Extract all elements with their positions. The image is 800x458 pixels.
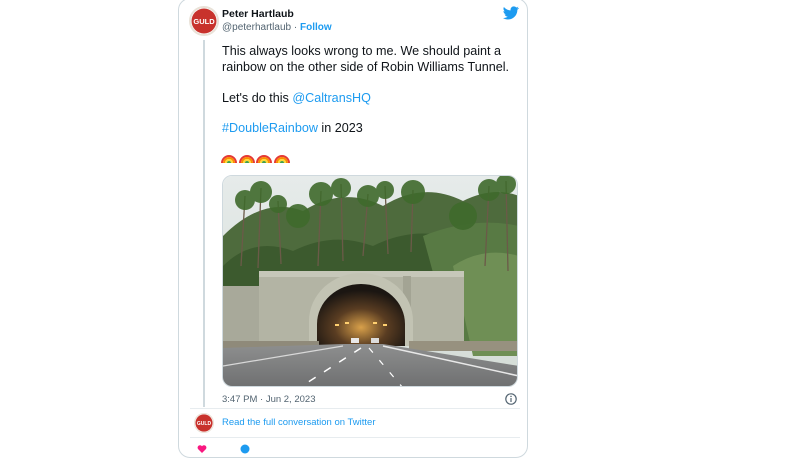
tweet-photo[interactable] bbox=[222, 175, 518, 387]
mention-link[interactable]: @CaltransHQ bbox=[292, 91, 371, 105]
rainbow-icon bbox=[221, 155, 237, 164]
avatar-logo: GULD bbox=[191, 8, 217, 34]
svg-text:GULD: GULD bbox=[193, 17, 215, 26]
emoji-row bbox=[221, 150, 291, 166]
follow-button[interactable]: Follow bbox=[300, 22, 332, 33]
author-avatar[interactable]: GULD bbox=[189, 6, 219, 36]
reply-icon bbox=[240, 444, 250, 454]
svg-text:GULD: GULD bbox=[197, 421, 212, 427]
rainbow-icon bbox=[256, 155, 272, 164]
handle-separator: · bbox=[291, 22, 300, 33]
author-name[interactable]: Peter Hartlaub bbox=[222, 8, 294, 20]
divider bbox=[190, 408, 520, 409]
reply-action[interactable] bbox=[240, 444, 250, 454]
author-handle[interactable]: @peterhartlaub bbox=[222, 22, 291, 33]
tunnel-photo bbox=[223, 176, 517, 386]
hashtag-suffix: in 2023 bbox=[317, 121, 363, 135]
like-action[interactable] bbox=[197, 444, 207, 454]
thread-line bbox=[203, 40, 205, 407]
tweet-text-line-1: This always looks wrong to me. We should… bbox=[222, 44, 502, 58]
heart-icon bbox=[197, 445, 207, 453]
author-avatar-small[interactable]: GULD bbox=[194, 413, 214, 433]
lets-text: Let's do this bbox=[222, 91, 293, 105]
tweet-text-line-3: Let's do this @CaltransHQ bbox=[222, 90, 371, 107]
rainbow-icon bbox=[273, 155, 290, 164]
divider bbox=[190, 437, 520, 438]
tweet-text-line-4: #DoubleRainbow in 2023 bbox=[222, 120, 363, 137]
read-conversation-link[interactable]: Read the full conversation on Twitter bbox=[222, 417, 376, 428]
avatar-logo-small: GULD bbox=[195, 414, 213, 432]
tweet-timestamp[interactable]: 3:47 PM · Jun 2, 2023 bbox=[222, 394, 315, 405]
info-icon[interactable] bbox=[505, 393, 517, 405]
hashtag-link[interactable]: #DoubleRainbow bbox=[222, 121, 318, 135]
tweet-text-line-2: rainbow on the other side of Robin Willi… bbox=[222, 60, 510, 74]
rainbow-icon bbox=[238, 155, 255, 164]
twitter-bird-icon[interactable] bbox=[503, 6, 519, 20]
author-handle-row: @peterhartlaub · Follow bbox=[222, 22, 332, 33]
